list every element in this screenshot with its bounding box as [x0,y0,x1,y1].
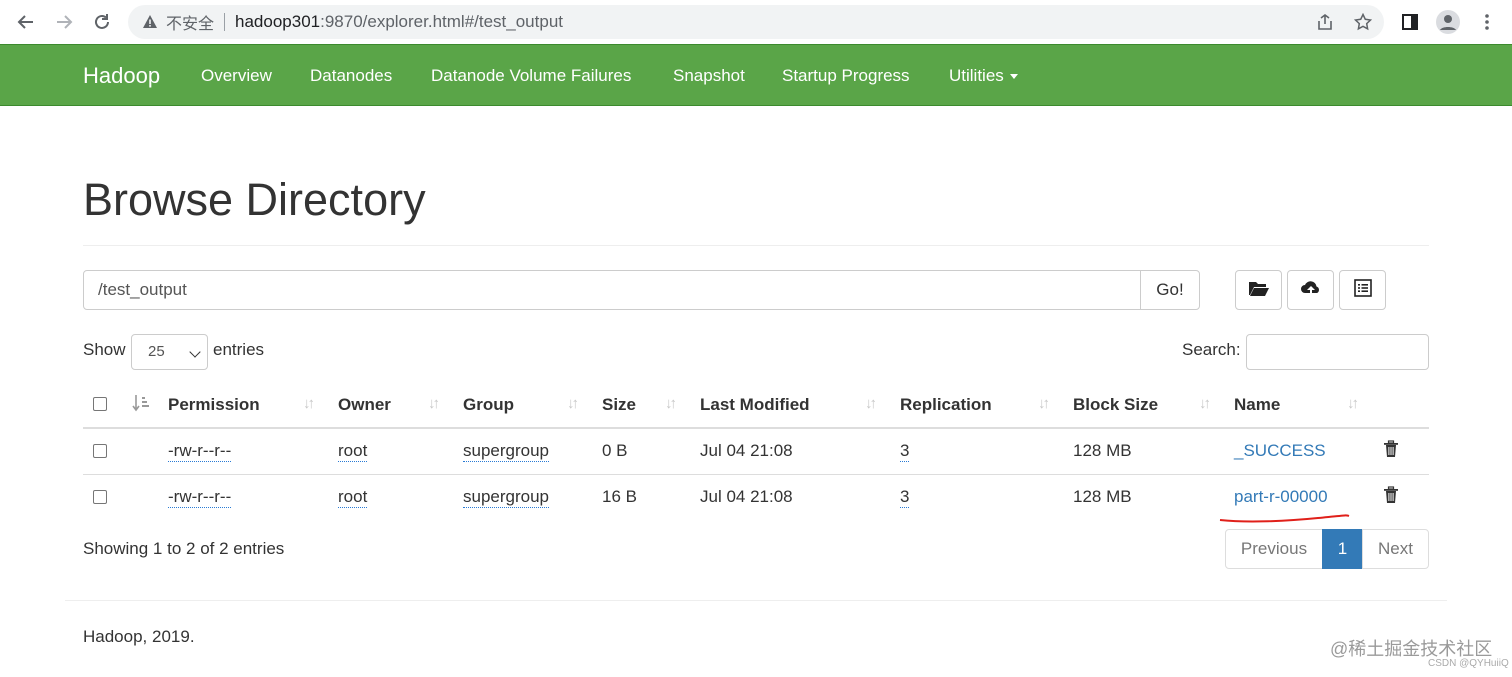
url-host: hadoop301 [235,12,321,31]
block-size-cell: 128 MB [1073,441,1132,460]
page-title: Browse Directory [83,174,426,225]
file-name-link[interactable]: _SUCCESS [1234,441,1326,461]
profile-avatar-icon[interactable] [1435,9,1461,35]
row-divider [83,474,1429,475]
red-underline-annotation [1219,514,1350,523]
footer-divider [65,600,1447,601]
row-checkbox[interactable] [93,490,107,504]
owner-cell[interactable]: root [338,441,368,462]
sort-icon[interactable]: ↓↑ [1347,395,1359,412]
last-modified-cell: Jul 04 21:08 [700,441,793,460]
column-header-name[interactable]: Name [1234,395,1280,415]
row-checkbox[interactable] [93,444,107,458]
url-path: :9870/explorer.html#/test_output [320,12,563,31]
back-arrow-icon[interactable] [12,8,40,36]
column-header-group[interactable]: Group [463,395,514,415]
size-cell: 0 B [602,441,628,460]
entries-per-page-select[interactable]: 25 [131,334,208,370]
watermark-credit: CSDN @QYHuiiQ [1428,658,1509,669]
bookmark-star-icon[interactable] [1350,9,1376,35]
side-panel-icon[interactable] [1397,9,1423,35]
column-header-replication[interactable]: Replication [900,395,992,415]
title-divider [83,245,1429,246]
nav-startup-progress[interactable]: Startup Progress [782,66,910,86]
replication-cell[interactable]: 3 [900,487,910,508]
select-all-checkbox[interactable] [93,397,107,411]
previous-page-button[interactable]: Previous [1225,529,1323,569]
nav-utilities[interactable]: Utilities [949,66,1018,86]
forward-arrow-icon[interactable] [50,8,78,36]
navbar-brand[interactable]: Hadoop [83,63,160,89]
sort-icon[interactable]: ↓↑ [1199,395,1211,412]
nav-datanode-volume-failures[interactable]: Datanode Volume Failures [431,66,631,86]
entries-per-page-value: 25 [148,343,165,360]
nav-datanodes[interactable]: Datanodes [310,66,392,86]
insecure-label: 不安全 [166,16,215,33]
warning-icon [142,14,158,30]
sort-icon[interactable]: ↓↑ [428,395,440,412]
nav-overview[interactable]: Overview [201,66,272,86]
caret-down-icon [1009,74,1018,80]
search-label: Search: [1182,340,1241,359]
sort-icon[interactable]: ↓↑ [665,395,677,412]
column-header-owner[interactable]: Owner [338,395,391,415]
list-alt-icon [1353,278,1372,302]
hadoop-navbar: Hadoop Overview Datanodes Datanode Volum… [0,44,1512,106]
column-header-permission[interactable]: Permission [168,395,260,415]
address-bar[interactable]: 不安全 hadoop301 :9870/explorer.html#/test_… [128,5,1384,39]
show-label: Show [83,340,126,359]
permission-cell[interactable]: -rw-r--r-- [168,487,232,508]
size-cell: 16 B [602,487,637,506]
group-cell[interactable]: supergroup [463,441,550,462]
sort-icon[interactable]: ↓↑ [303,395,315,412]
group-cell[interactable]: supergroup [463,487,550,508]
next-page-button[interactable]: Next [1362,529,1429,569]
file-name-link[interactable]: part-r-00000 [1234,487,1328,507]
sort-icon[interactable]: ↓↑ [1038,395,1050,412]
column-header-size[interactable]: Size [602,395,636,415]
browser-toolbar: 不安全 hadoop301 :9870/explorer.html#/test_… [0,0,1512,44]
create-directory-button[interactable] [1235,270,1282,310]
column-header-block-size[interactable]: Block Size [1073,395,1158,415]
sort-icon[interactable]: ↓↑ [567,395,579,412]
nav-utilities-label: Utilities [949,66,1004,85]
cloud-upload-icon [1300,279,1322,302]
table-info: Showing 1 to 2 of 2 entries [83,539,285,558]
block-size-cell: 128 MB [1073,487,1132,506]
table-header-divider [83,427,1429,429]
sort-icon[interactable]: ↓↑ [865,395,877,412]
column-header-last-modified[interactable]: Last Modified [700,395,810,415]
page-1-button[interactable]: 1 [1322,529,1363,569]
divider [224,13,226,31]
sort-ascending-icon[interactable] [132,394,150,417]
replication-cell[interactable]: 3 [900,441,910,462]
menu-dots-icon[interactable] [1474,9,1500,35]
cut-paste-button[interactable] [1339,270,1386,310]
trash-icon[interactable] [1383,440,1399,458]
footer-text: Hadoop, 2019. [83,627,195,646]
folder-open-icon [1248,279,1270,302]
go-button[interactable]: Go! [1140,270,1200,310]
entries-label: entries [213,340,265,359]
reload-icon[interactable] [88,8,116,36]
share-icon[interactable] [1312,9,1338,35]
chevron-down-icon [189,346,201,358]
permission-cell[interactable]: -rw-r--r-- [168,441,232,462]
trash-icon[interactable] [1383,486,1399,504]
last-modified-cell: Jul 04 21:08 [700,487,793,506]
upload-button[interactable] [1287,270,1334,310]
search-input[interactable] [1246,334,1429,370]
directory-path-input[interactable]: /test_output [83,270,1141,310]
nav-snapshot[interactable]: Snapshot [673,66,745,86]
owner-cell[interactable]: root [338,487,368,508]
